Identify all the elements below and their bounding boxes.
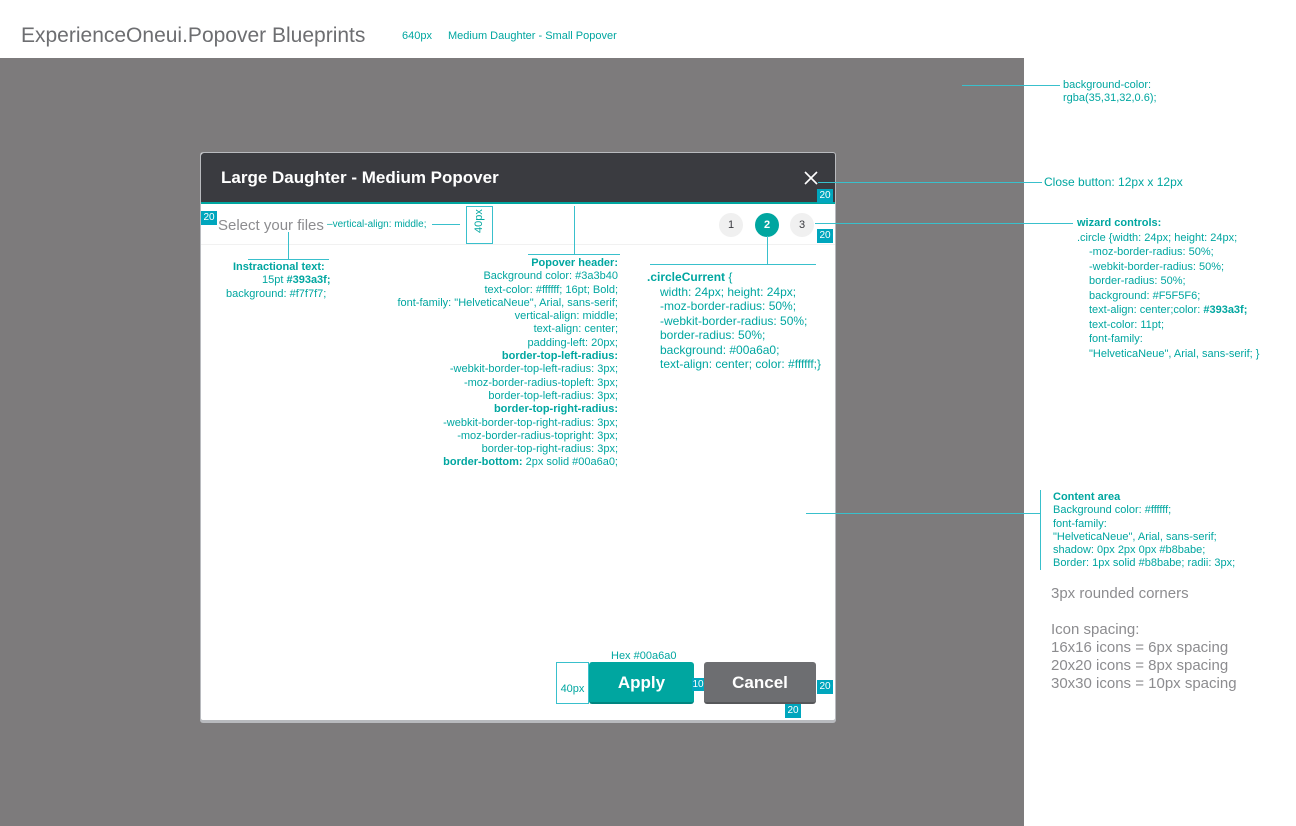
spec-line: -webkit-border-radius: 50%; (660, 313, 808, 328)
spec-title: .circleCurrent (647, 270, 726, 284)
popover-header: Large Daughter - Medium Popover (201, 153, 835, 204)
spacing-tag: 20 (817, 680, 833, 694)
spec-line: -webkit-border-top-right-radius: 3px; (443, 416, 618, 429)
spec-brace: { (725, 270, 733, 284)
circle-current-spec: .circleCurrent { width: 24px; height: 24… (647, 270, 821, 372)
spec-line: border-radius: 50%; (1089, 275, 1186, 287)
spec-title: border-top-left-radius: (501, 350, 618, 363)
note-line: 20x20 icons = 8px spacing (1051, 657, 1229, 674)
spec-line: text-align: center; color: #ffffff;} (660, 357, 821, 371)
bracket-line (1040, 490, 1041, 570)
spec-value: #393a3f; (1203, 304, 1248, 316)
instruction-bar: Select your files 1 2 3 (201, 206, 835, 245)
width-label: 640px (402, 30, 432, 42)
notes: 3px rounded corners Icon spacing: 16x16 … (1051, 585, 1237, 693)
spacing-tag: 20 (785, 704, 801, 718)
spec-line: padding-left: 20px; (527, 336, 618, 349)
spec-title: border-bottom: (443, 456, 523, 469)
spacing-tag: 20 (201, 211, 217, 225)
leader-line (574, 206, 575, 254)
spec-line: background: #F5F5F6; (1089, 289, 1201, 302)
spec-line: .circle {width: 24px; height: 24px; (1077, 231, 1238, 244)
leader-line (962, 85, 1060, 86)
spec-title: border-top-right-radius: (493, 403, 618, 416)
leader-line (288, 232, 289, 260)
spec-line: text-align: center; (533, 323, 618, 336)
popover-title: Large Daughter - Medium Popover (221, 168, 499, 187)
spec-line: text-color: #ffffff; 16pt; Bold; (484, 283, 618, 296)
spec-title: wizard controls: (1077, 217, 1162, 229)
note-rounded-corners: 3px rounded corners (1051, 585, 1189, 602)
spec-title: Content area (1053, 491, 1121, 503)
note-line: 16x16 icons = 6px spacing (1051, 639, 1229, 656)
vertical-align-text: vertical-align: middle; (332, 219, 427, 230)
spec-line: -webkit-border-radius: 50%; (1089, 260, 1225, 273)
spacing-tag: 20 (817, 229, 833, 243)
spec-line: font-family: (1053, 517, 1107, 530)
spec-line: -moz-border-radius: 50%; (1089, 246, 1214, 258)
spec-line: background-color: (1063, 79, 1152, 91)
spec-line: rgba(35,31,32,0.6); (1063, 92, 1157, 105)
spec-title: Popover header: (531, 257, 618, 269)
content-area-spec: Content area Background color: #ffffff; … (1053, 491, 1235, 571)
apply-button[interactable]: Apply (589, 662, 694, 704)
spec-line: 15pt (262, 274, 287, 287)
spec-line: font-family: (1089, 333, 1143, 345)
spec-line: border-radius: 50%; (660, 328, 766, 342)
spec-line: text-align: center;color: (1089, 304, 1204, 316)
note-line: 30x30 icons = 10px spacing (1051, 675, 1237, 692)
spec-line: text-color: 11pt; (1089, 318, 1164, 331)
note-icon-spacing-title: Icon spacing: (1051, 621, 1140, 638)
wizard-controls-spec: wizard controls: .circle {width: 24px; h… (1077, 216, 1259, 361)
height-measure-box: 40px (466, 206, 493, 244)
apply-hex-label: Hex #00a6a0 (611, 650, 677, 662)
spacing-tag: 20 (817, 189, 833, 203)
spacing-tag-10: 10 (692, 678, 704, 691)
wizard-step-2-current[interactable]: 2 (755, 213, 779, 237)
spec-line: -moz-border-radius-topleft: 3px; (463, 376, 618, 389)
spec-line: -moz-border-radius: 50%; (660, 299, 797, 313)
spec-line: width: 24px; height: 24px; (660, 284, 797, 299)
leader-line (528, 254, 620, 255)
spec-line: background: #f7f7f7; (226, 287, 327, 300)
leader-line (818, 182, 1042, 183)
wizard-step-3[interactable]: 3 (790, 213, 814, 237)
spec-line: vertical-align: middle; (514, 310, 618, 323)
button-height-measure: 40px (556, 662, 589, 704)
blueprint-page: ExperienceOneui.Popover Blueprints 640px… (0, 0, 1296, 826)
leader-line (650, 264, 816, 265)
spec-value: #393a3f; (286, 274, 331, 287)
popover-header-spec: Popover header: Background color: #3a3b4… (397, 257, 618, 470)
spec-line: border-top-right-radius: 3px; (481, 443, 618, 456)
instructional-text-spec: Instractional text: 15pt #393a3f; backgr… (226, 261, 331, 301)
spec-title: Instractional text: (233, 261, 325, 273)
leader-line (432, 224, 460, 225)
spec-line: -webkit-border-top-left-radius: 3px; (449, 363, 618, 376)
close-button-spec: Close button: 12px x 12px (1044, 175, 1183, 189)
spec-line: -moz-border-radius-topright: 3px; (457, 429, 618, 442)
variant-label: Medium Daughter - Small Popover (448, 30, 617, 42)
leader-line (767, 236, 768, 264)
spec-line: Background color: #ffffff; (1053, 504, 1172, 517)
close-icon[interactable] (803, 170, 819, 186)
spec-line: border-top-left-radius: 3px; (488, 389, 618, 402)
spec-line: Background color: #3a3b40 (483, 270, 618, 283)
spec-line: Border: 1px solid #b8babe; radii: 3px; (1053, 557, 1236, 570)
spec-line: "HelveticaNeue", Arial, sans-serif; (1053, 530, 1217, 543)
spec-line: "HelveticaNeue", Arial, sans-serif; } (1089, 347, 1260, 360)
spec-value: 2px solid #00a6a0; (525, 456, 618, 469)
wizard-step-1[interactable]: 1 (719, 213, 743, 237)
cancel-button[interactable]: Cancel (704, 662, 816, 704)
instruction-text: Select your files (218, 217, 324, 234)
height-measure-label: 40px (473, 209, 485, 233)
vertical-align-note: –vertical-align: middle; (327, 219, 427, 230)
leader-line (806, 513, 1040, 514)
leader-line (815, 223, 1073, 224)
overlay-bg-spec: background-color: rgba(35,31,32,0.6); (1063, 79, 1157, 106)
spec-line: background: #00a6a0; (660, 342, 780, 357)
page-title: ExperienceOneui.Popover Blueprints (21, 24, 366, 47)
spec-line: shadow: 0px 2px 0px #b8babe; (1053, 544, 1206, 557)
spec-line: font-family: "HelveticaNeue", Arial, san… (397, 296, 618, 309)
